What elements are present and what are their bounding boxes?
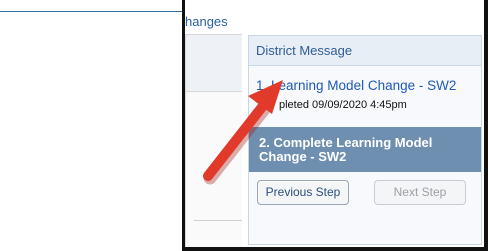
content-panel-header (186, 35, 242, 92)
left-blank-area (0, 0, 182, 251)
step-2-label-line1: 2. Complete Learning Model (259, 135, 433, 150)
step-1-status: pleted 09/09/2020 4:45pm (279, 99, 407, 111)
previous-step-button[interactable]: Previous Step (257, 180, 349, 205)
district-message-title: District Message (249, 36, 481, 66)
frame-border-bottom (182, 247, 488, 251)
frame-border-left (182, 0, 185, 251)
content-panel (185, 34, 242, 249)
changes-link[interactable]: hanges (185, 14, 228, 29)
step-2-current[interactable]: 2. Complete Learning Model Change - SW2 (249, 127, 481, 172)
district-message-panel: District Message 1. Learning Model Chang… (248, 35, 482, 245)
next-step-button[interactable]: Next Step (374, 180, 466, 205)
content-divider (194, 220, 242, 221)
divider-line (0, 11, 182, 12)
screenshot-pane: hanges District Message 1. Learning Mode… (182, 0, 488, 251)
step-1-link[interactable]: 1. Learning Model Change - SW2 (256, 78, 456, 93)
frame-border-right (484, 0, 488, 251)
step-2-label-line2: Change - SW2 (259, 149, 347, 164)
